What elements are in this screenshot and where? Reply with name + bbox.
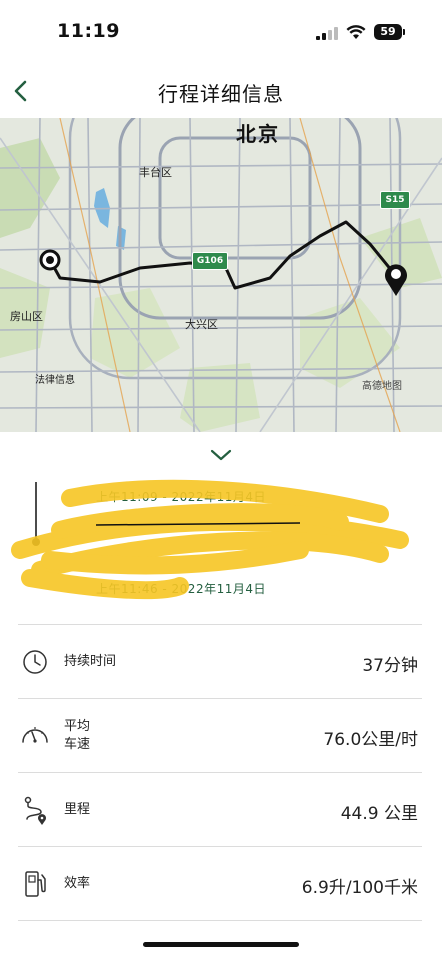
stat-label-avg-speed: 平均 车速 [64, 719, 91, 752]
status-bar: 11:19 59 [0, 0, 442, 60]
map-label-fengtai: 丰台区 [139, 166, 172, 179]
map-legal-link[interactable]: 法律信息 [35, 371, 75, 386]
stat-value-avg-speed: 76.0公里/时 [323, 730, 418, 750]
map-label-beijing: 北京 [236, 122, 280, 146]
battery-icon: 59 [374, 24, 402, 40]
cellular-signal-icon [316, 27, 340, 40]
map-label-daxing: 大兴区 [185, 318, 218, 331]
route-icon [24, 796, 46, 825]
stat-row-duration: 持续时间 37分钟 [0, 626, 442, 698]
highway-shield-s15: S15 [380, 191, 410, 209]
speedometer-icon [22, 727, 48, 743]
status-time: 11:19 [57, 20, 120, 42]
redaction-scribble [11, 479, 409, 600]
stat-label-duration: 持续时间 [64, 654, 117, 669]
divider [18, 920, 422, 921]
stat-value-duration: 37分钟 [362, 656, 418, 676]
wifi-icon [346, 25, 366, 39]
stat-value-efficiency: 6.9升/100千米 [301, 878, 418, 898]
chevron-down-icon[interactable] [207, 445, 235, 465]
clock-icon [23, 650, 47, 674]
map-provider-logo: 高德地图 [362, 381, 402, 392]
stat-value-distance: 44.9 公里 [340, 804, 418, 824]
home-indicator[interactable] [143, 942, 299, 947]
stat-row-avg-speed: 平均 车速 76.0公里/时 [0, 700, 442, 772]
nav-bar: 行程详细信息 [0, 64, 442, 118]
divider [18, 846, 422, 847]
battery-tip [403, 29, 405, 35]
page-title: 行程详细信息 [158, 82, 284, 106]
divider [18, 624, 422, 625]
divider [18, 772, 422, 773]
trip-timeline: 上午11:09 - 2022年11月4日 上午11:46 - 2022年11月4… [0, 470, 442, 620]
highway-shield-g106: G106 [192, 252, 228, 270]
trip-map[interactable]: 北京 丰台区 房山区 大兴区 G106 S15 法律信息 高德地图 [0, 118, 442, 432]
stat-row-efficiency: 效率 6.9升/100千米 [0, 848, 442, 920]
divider [18, 698, 422, 699]
stat-label-distance: 里程 [64, 802, 91, 817]
map-label-fangshan: 房山区 [10, 310, 43, 323]
fuel-pump-icon [25, 871, 46, 897]
stat-row-distance: 里程 44.9 公里 [0, 774, 442, 846]
stat-label-efficiency: 效率 [64, 876, 91, 891]
